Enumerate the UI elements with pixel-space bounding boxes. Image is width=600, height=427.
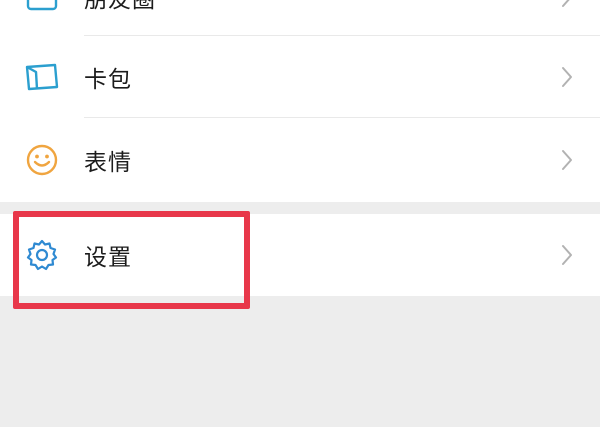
menu-item-cards[interactable]: 卡包 [0, 36, 600, 118]
menu-item-settings[interactable]: 设置 [0, 214, 600, 296]
moments-icon [24, 0, 60, 15]
card-icon [24, 59, 60, 95]
chevron-right-icon [560, 148, 574, 172]
menu-item-label: 表情 [84, 150, 132, 176]
menu-group-top: 朋友圈 卡包 表情 [0, 0, 600, 202]
menu-item-stickers[interactable]: 表情 [0, 118, 600, 202]
menu-item-label: 卡包 [84, 67, 132, 93]
chevron-right-icon [560, 65, 574, 89]
menu-item-moments[interactable]: 朋友圈 [0, 0, 600, 36]
chevron-right-icon [560, 243, 574, 267]
menu-group-settings: 设置 [0, 214, 600, 296]
menu-item-label: 设置 [84, 245, 132, 271]
gear-icon [24, 237, 60, 273]
menu-item-label: 朋友圈 [84, 0, 156, 13]
smiley-icon [24, 142, 60, 178]
chevron-right-icon [560, 0, 574, 9]
